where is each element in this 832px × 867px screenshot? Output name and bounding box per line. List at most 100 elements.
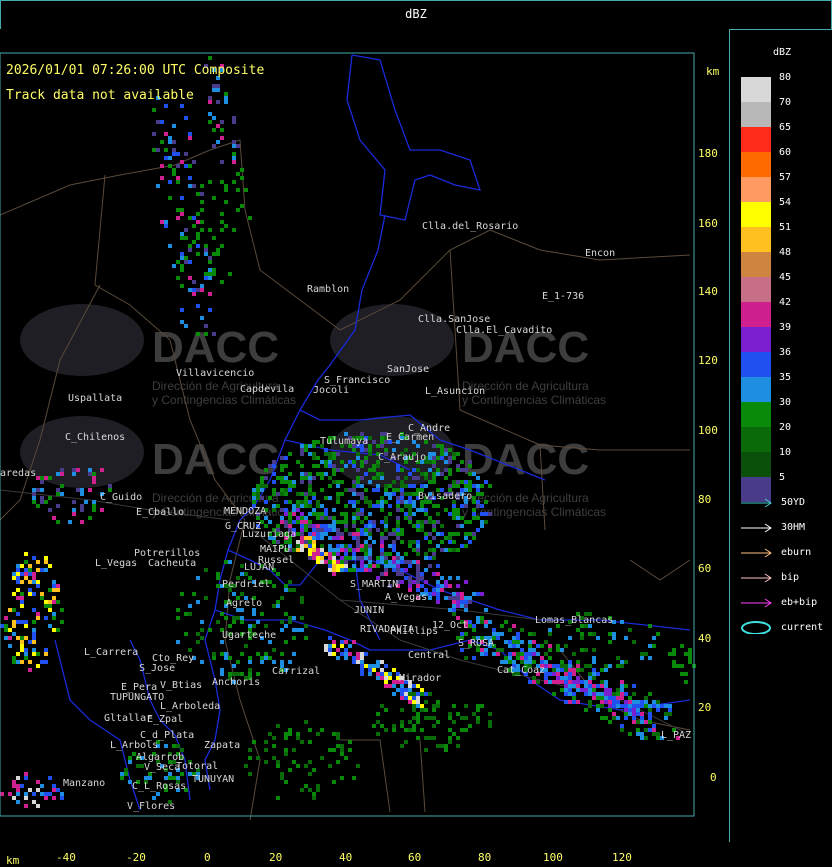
place-label: Encon [585,248,615,259]
place-label: V_Btias [160,680,202,691]
place-label: SanJose [387,364,429,375]
svg-text:DACC: DACC [152,323,279,372]
radar-map[interactable]: DACC DACC DACC DACC Dirección de Agricul… [0,29,730,867]
legend-swatch [741,152,771,177]
arrow-right-icon [741,573,772,583]
y-tick: 80 [698,493,712,506]
place-label: L_Vegas [95,558,137,569]
place-label: Jocoli [313,385,349,396]
place-label: Cacheuta [148,558,196,569]
place-label: Clla.SanJose [418,314,490,325]
place-label: 12_Oct [432,620,468,631]
x-tick: -20 [126,851,146,864]
place-label: S_ROSA [458,638,494,649]
x-tick: 100 [543,851,563,864]
y-tick: 140 [698,285,718,298]
place-label: Ugarteche [222,630,276,641]
legend-label: 30 [779,397,792,408]
track-legend-label: eb+bip [781,597,818,608]
place-label: TUPUNGATO [110,692,164,703]
legend-label: 54 [779,197,792,208]
place-label: V_Seca [144,762,180,773]
legend-label: 36 [779,347,792,358]
legend-label: 45 [779,272,792,283]
product-title: dBZ [405,7,427,21]
place-label: Lomas_Blancas [535,615,613,626]
place-label: MAIPU [260,544,290,555]
y-tick: 100 [698,424,718,437]
legend-swatch [741,377,771,402]
place-label: Central [408,650,450,661]
y-tick: 40 [698,632,712,645]
y-tick: 20 [698,701,712,714]
place-label: L_Asuncion [425,386,485,397]
legend-label: 51 [779,222,792,233]
track-legend-label: 30HM [781,522,806,533]
place-label: Agrelo [226,598,262,609]
place-label: TUNUYAN [192,774,234,785]
ellipse-icon [741,621,771,634]
legend-label: 42 [779,297,792,308]
legend-swatch [741,227,771,252]
legend-label: 48 [779,247,792,258]
x-tick: 60 [408,851,422,864]
arrow-right-icon [741,548,772,558]
legend-swatch [741,127,771,152]
track-legend-label: current [781,622,824,633]
place-label: Capdevila [240,384,294,395]
place-label: LUJAN [244,562,274,573]
place-label: E_Zpal [147,714,183,725]
x-tick: 20 [269,851,283,864]
place-label: L_Arboleda [160,701,220,712]
place-label: V_Flores [127,801,175,812]
place-label: Carrizal [272,666,320,677]
place-label: L_Carrera [84,647,138,658]
legend-label: 20 [779,422,792,433]
legend-label: 70 [779,97,792,108]
y-tick: 0 [710,771,717,784]
place-label: Bvisadero [418,491,472,502]
arrow-right-icon [741,523,772,533]
place-label: Uspallata [68,393,122,404]
svg-text:y Contingencias Climáticas: y Contingencias Climáticas [152,393,296,407]
legend-label: 57 [779,172,792,183]
timestamp: 2026/01/01 07:26:00 UTC Composite [6,63,265,78]
legend-swatch [741,252,771,277]
legend-title: dBZ [773,47,792,58]
legend-swatch [741,452,771,477]
place-label: L_Arbols [110,740,158,751]
title-bar: dBZ [0,0,832,30]
place-label: C_L_Rosas [132,781,186,792]
y-axis-unit: km [706,65,720,78]
place-label: C_Araujo [378,452,426,463]
x-tick: 0 [204,851,211,864]
x-tick: 40 [339,851,353,864]
track-status-note: Track data not available [6,88,194,103]
place-label: Totoral [176,761,218,772]
legend-swatch [741,277,771,302]
legend-label: 5 [779,472,786,483]
place-label: Anchoris [212,677,260,688]
x-tick: -40 [56,851,76,864]
legend-swatch [741,352,771,377]
legend-swatch [741,77,771,102]
legend-swatch [741,402,771,427]
place-label: Perdriel [222,579,270,590]
place-label: Phillips [390,626,438,637]
place-label: E_1-736 [542,291,584,302]
x-tick: 80 [478,851,492,864]
track-legend-icons [741,498,772,634]
place-label: C_Guido [100,492,142,503]
place-label: Cat_Coaz [497,665,545,676]
y-tick: 180 [698,147,718,160]
legend-swatch [741,427,771,452]
legend-label: 10 [779,447,792,458]
legend-swatch [741,202,771,227]
legend-swatch [741,177,771,202]
radar-map-canvas[interactable]: DACC DACC DACC DACC Dirección de Agricul… [0,29,729,842]
y-tick: 60 [698,562,712,575]
place-label: S_Jose [139,663,175,674]
place-label: Clla.El_Cavadito [456,325,552,336]
legend-label: 60 [779,147,792,158]
arrow-right-icon [741,498,772,508]
